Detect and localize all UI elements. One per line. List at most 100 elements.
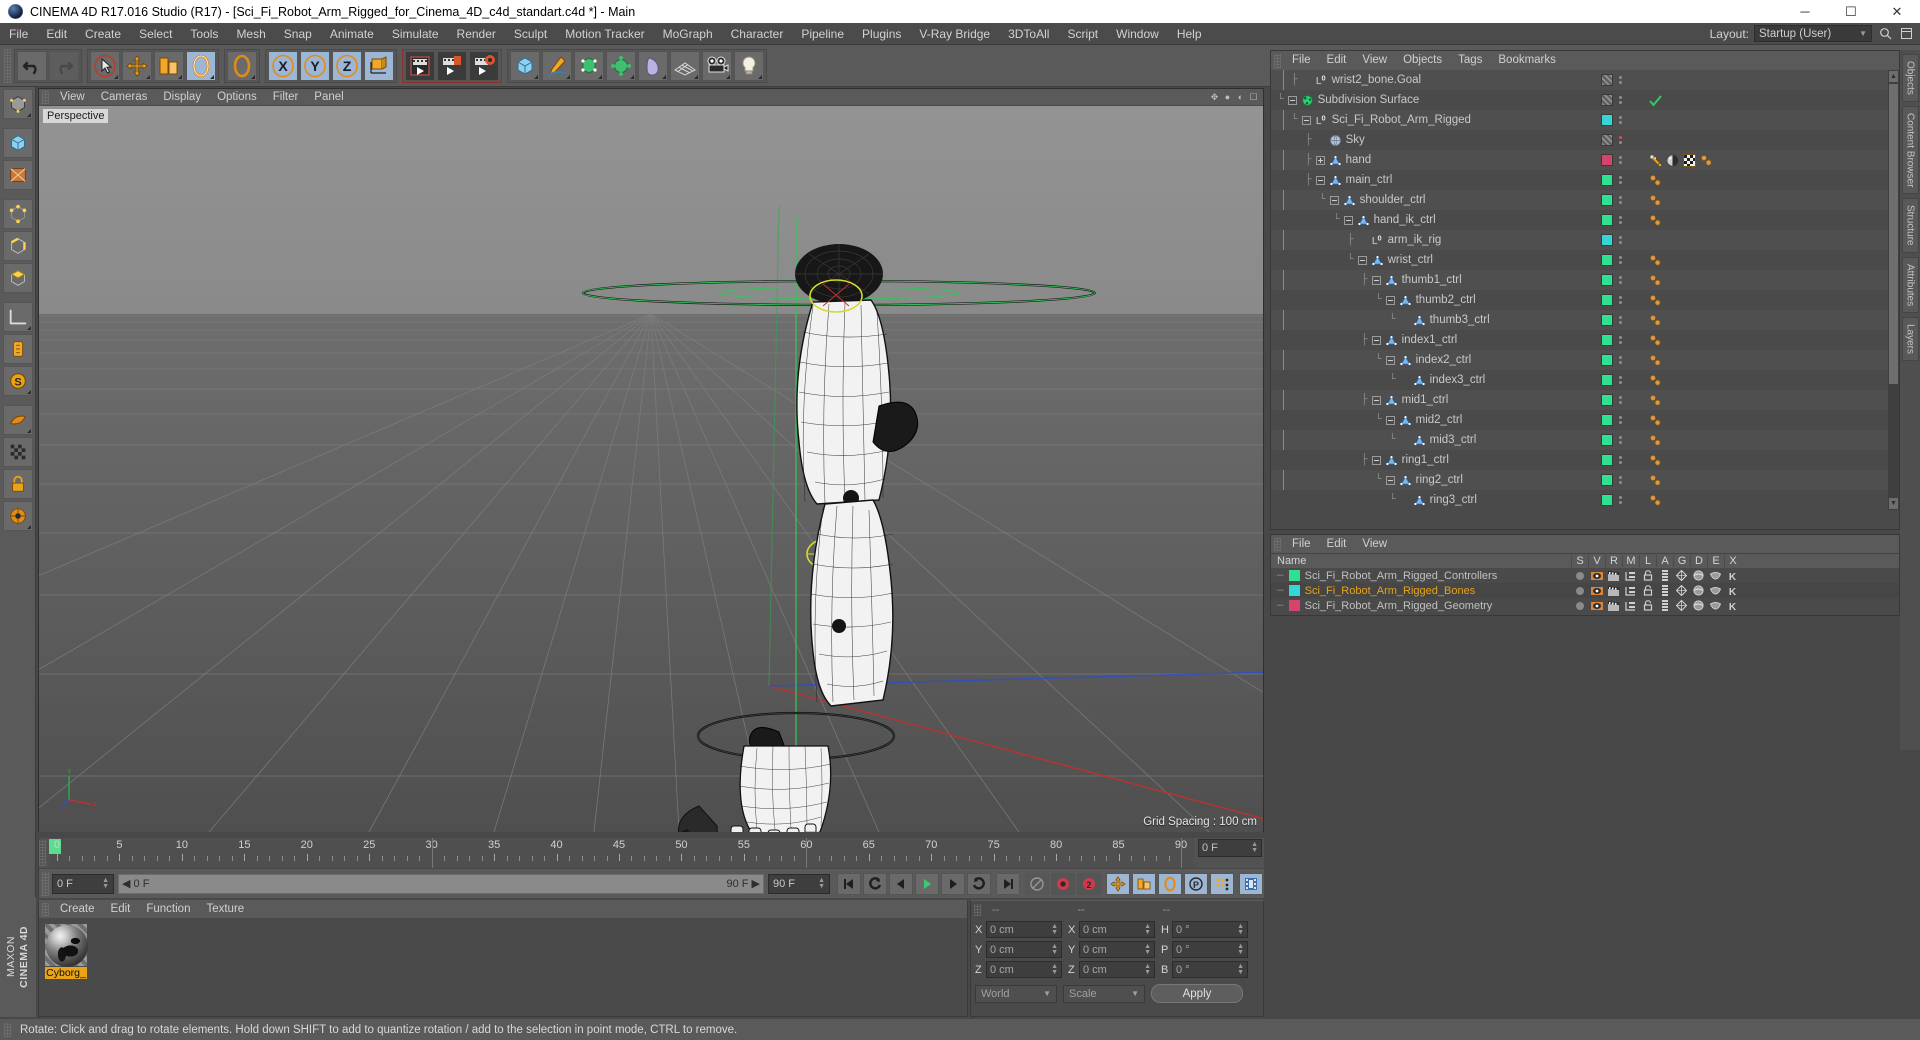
layer-name-cell[interactable]: — Sci_Fi_Robot_Arm_Rigged_Controllers — [1271, 570, 1571, 582]
menu-item-plugins[interactable]: Plugins — [853, 23, 910, 45]
render-view-button[interactable] — [405, 50, 435, 81]
viewport-menu-options[interactable]: Options — [209, 89, 265, 106]
viewport-zoom-icon[interactable]: ● — [1222, 92, 1233, 103]
constraint-tag-icon[interactable] — [1649, 294, 1662, 307]
check-tag-icon[interactable] — [1649, 94, 1662, 107]
layer-menu-view[interactable]: View — [1354, 535, 1395, 553]
play-backwards-loop-button[interactable] — [863, 872, 887, 895]
move-tool[interactable] — [122, 50, 152, 81]
x-axis-lock[interactable]: X — [268, 50, 298, 81]
search-icon[interactable] — [1877, 26, 1893, 42]
spinner-icon[interactable]: ▲ ▼ — [1237, 943, 1244, 956]
menu-item-help[interactable]: Help — [1168, 23, 1211, 45]
layer-color-swatch[interactable] — [1601, 314, 1613, 326]
visibility-toggle-dots[interactable] — [1619, 376, 1622, 384]
redo-button[interactable] — [49, 50, 79, 81]
layer-xref-toggle[interactable]: K — [1724, 571, 1741, 581]
visibility-toggle-dots[interactable] — [1619, 276, 1622, 284]
object-row[interactable]: ├ L 0 arm_ik_rig — [1271, 230, 1899, 250]
layer-anim-toggle[interactable] — [1656, 570, 1673, 581]
layer-color-swatch[interactable] — [1601, 74, 1613, 86]
object-row[interactable]: ├ ring1_ctrl — [1271, 450, 1899, 470]
visibility-toggle-dots[interactable] — [1619, 116, 1622, 124]
layer-deformer-toggle[interactable] — [1690, 570, 1707, 581]
layer-clapper-toggle[interactable] — [1605, 600, 1622, 611]
visibility-toggle-dots[interactable] — [1619, 136, 1622, 144]
go-to-end-button[interactable] — [996, 872, 1020, 895]
expander-icon[interactable] — [1315, 155, 1325, 165]
object-menu-tags[interactable]: Tags — [1450, 51, 1490, 70]
layer-color-swatch[interactable] — [1601, 414, 1613, 426]
object-row[interactable]: ├ index1_ctrl — [1271, 330, 1899, 350]
constraint-tag-icon[interactable] — [1649, 434, 1662, 447]
render-region-button[interactable] — [437, 50, 467, 81]
visibility-toggle-dots[interactable] — [1619, 76, 1622, 84]
spinner-icon[interactable]: ▲ ▼ — [1251, 841, 1258, 854]
playbar-grip[interactable] — [42, 871, 49, 896]
layer-row[interactable]: — Sci_Fi_Robot_Arm_Rigged_Controllers K — [1271, 568, 1899, 583]
visibility-toggle-dots[interactable] — [1619, 196, 1622, 204]
object-row[interactable]: └ thumb3_ctrl — [1271, 310, 1899, 330]
constraint-tag-icon[interactable] — [1700, 154, 1713, 167]
expander-icon[interactable] — [1315, 175, 1325, 185]
visibility-toggle-dots[interactable] — [1619, 316, 1622, 324]
menu-item-v-ray-bridge[interactable]: V-Ray Bridge — [910, 23, 999, 45]
timeline-grip[interactable] — [39, 840, 46, 866]
layer-color-swatch[interactable] — [1601, 354, 1613, 366]
viewport-menu-panel[interactable]: Panel — [306, 89, 351, 106]
visibility-toggle-dots[interactable] — [1619, 176, 1622, 184]
expander-icon[interactable] — [1316, 136, 1325, 145]
material-menu-texture[interactable]: Texture — [198, 901, 252, 918]
visibility-toggle-dots[interactable] — [1619, 476, 1622, 484]
add-generator-button[interactable] — [574, 50, 604, 81]
menu-item-select[interactable]: Select — [130, 23, 181, 45]
layer-eye-toggle[interactable] — [1588, 586, 1605, 596]
visibility-toggle-dots[interactable] — [1619, 456, 1622, 464]
layer-menu-edit[interactable]: Edit — [1319, 535, 1355, 553]
snap-tool[interactable]: S — [2, 366, 33, 396]
object-row[interactable]: └ mid3_ctrl — [1271, 430, 1899, 450]
object-row[interactable]: └ Subdivision Surface — [1271, 90, 1899, 110]
expander-icon[interactable] — [1357, 255, 1367, 265]
material-menu-function[interactable]: Function — [138, 901, 198, 918]
layer-anim-toggle[interactable] — [1656, 600, 1673, 611]
material-list[interactable]: Cyborg_ — [39, 918, 967, 985]
layer-color-swatch[interactable] — [1601, 454, 1613, 466]
menu-item-pipeline[interactable]: Pipeline — [792, 23, 853, 45]
layout-expand-icon[interactable] — [1898, 26, 1914, 42]
z-axis-lock[interactable]: Z — [332, 50, 362, 81]
rotation-key-button[interactable] — [1158, 872, 1182, 895]
layer-color-swatch[interactable] — [1601, 294, 1613, 306]
object-row[interactable]: └ ring3_ctrl — [1271, 490, 1899, 510]
dock-tab-content-browser[interactable]: Content Browser — [1901, 105, 1919, 195]
size-input[interactable]: 0 cm ▲ ▼ — [1079, 941, 1155, 958]
visibility-toggle-dots[interactable] — [1619, 156, 1622, 164]
object-row[interactable]: ├ main_ctrl — [1271, 170, 1899, 190]
viewport-menu-display[interactable]: Display — [155, 89, 209, 106]
expander-icon[interactable] — [1385, 295, 1395, 305]
layer-color-swatch[interactable] — [1288, 585, 1300, 596]
layer-name-cell[interactable]: — Sci_Fi_Robot_Arm_Rigged_Bones — [1271, 585, 1571, 597]
layer-color-swatch[interactable] — [1601, 234, 1613, 246]
step-back-button[interactable] — [889, 872, 913, 895]
timeline-frame-field[interactable]: 0 F ▲ ▼ — [1198, 839, 1262, 857]
param-key-button[interactable]: P — [1184, 872, 1208, 895]
end-frame-field[interactable]: 90 F ▲ ▼ — [768, 873, 830, 894]
axis-lock-tool[interactable] — [2, 334, 33, 364]
object-menu-bookmarks[interactable]: Bookmarks — [1490, 51, 1564, 70]
material-menu-edit[interactable]: Edit — [103, 901, 139, 918]
layer-clapper-toggle[interactable] — [1605, 585, 1622, 596]
viewport-menu-view[interactable]: View — [52, 89, 93, 106]
object-menu-file[interactable]: File — [1284, 51, 1319, 70]
size-input[interactable]: 0 cm ▲ ▼ — [1079, 921, 1155, 938]
autokey-mode-button[interactable]: 2 — [1077, 872, 1101, 895]
record-active-objects-button[interactable] — [1025, 872, 1049, 895]
material-menu-create[interactable]: Create — [52, 901, 103, 918]
layer-color-swatch[interactable] — [1601, 174, 1613, 186]
object-row[interactable]: ├ hand — [1271, 150, 1899, 170]
position-input[interactable]: 0 cm ▲ ▼ — [986, 961, 1062, 978]
select-tool[interactable] — [90, 50, 120, 81]
visibility-toggle-dots[interactable] — [1619, 396, 1622, 404]
deformers-toggle-icon[interactable] — [2, 437, 33, 467]
object-row[interactable]: └ hand_ik_ctrl — [1271, 210, 1899, 230]
